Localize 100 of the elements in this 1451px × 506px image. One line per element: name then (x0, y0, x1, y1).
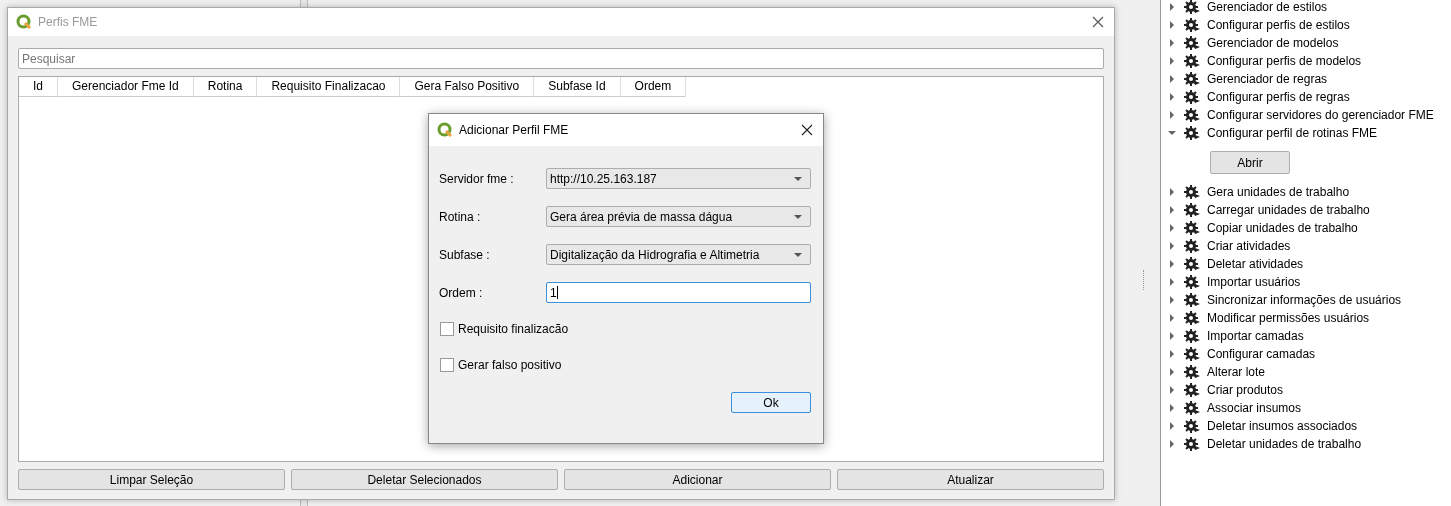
checkbox-label[interactable]: Requisito finalizacão (458, 322, 569, 336)
gear-icon (1184, 400, 1200, 416)
tree-item[interactable]: Configurar perfis de estilos (1207, 18, 1350, 32)
tree-item[interactable]: Alterar lote (1207, 365, 1266, 379)
gear-icon (1184, 107, 1200, 123)
gear-icon (1184, 274, 1200, 290)
checkbox-label[interactable]: Gerar falso positivo (458, 358, 562, 372)
expand-arrow-icon[interactable] (1168, 440, 1176, 448)
gear-icon (1184, 418, 1200, 434)
tree-item[interactable]: Copiar unidades de trabalho (1207, 221, 1358, 235)
caret-icon (794, 252, 802, 257)
expand-arrow-icon[interactable] (1168, 57, 1176, 65)
gear-icon (1184, 125, 1200, 141)
gear-icon (1184, 89, 1200, 105)
column-header[interactable]: Id (19, 77, 58, 97)
expand-arrow-icon[interactable] (1168, 39, 1176, 47)
expand-arrow-icon[interactable] (1168, 296, 1176, 304)
tree-item[interactable]: Associar insumos (1207, 401, 1302, 415)
column-header[interactable]: Gerenciador Fme Id (58, 77, 194, 97)
search-field[interactable]: Pesquisar (18, 48, 1104, 69)
tree-item[interactable]: Configurar perfil de rotinas FME (1207, 126, 1378, 140)
expand-arrow-icon[interactable] (1168, 3, 1176, 11)
tree-item[interactable]: Carregar unidades de trabalho (1207, 203, 1370, 217)
field-label: Rotina : (439, 209, 482, 224)
tree-item[interactable]: Sincronizar informações de usuários (1207, 293, 1402, 307)
gear-icon (1184, 184, 1200, 200)
expand-arrow-icon[interactable] (1168, 422, 1176, 430)
expand-arrow-icon[interactable] (1168, 75, 1176, 83)
gear-icon (1184, 328, 1200, 344)
dropdown[interactable]: http://10.25.163.187 (546, 168, 811, 189)
field-label: Ordem : (439, 285, 484, 300)
column-header[interactable]: Rotina (193, 77, 258, 97)
expand-arrow-icon[interactable] (1168, 188, 1176, 196)
action-button[interactable]: Atualizar (837, 469, 1104, 490)
expand-arrow-icon[interactable] (1168, 224, 1176, 232)
action-button[interactable]: Limpar Seleção (18, 469, 285, 490)
caret-icon (794, 214, 802, 219)
gear-icon (1184, 71, 1200, 87)
collapse-arrow-icon[interactable] (1168, 129, 1176, 137)
tree-item[interactable]: Configurar camadas (1207, 347, 1316, 361)
tree-item[interactable]: Gera unidades de trabalho (1207, 185, 1350, 199)
tree-item[interactable]: Deletar unidades de trabalho (1207, 437, 1362, 451)
expand-arrow-icon[interactable] (1168, 404, 1176, 412)
expand-arrow-icon[interactable] (1168, 278, 1176, 286)
gear-icon (1184, 202, 1200, 218)
tree-item[interactable]: Modificar permissões usuários (1207, 311, 1370, 325)
tree-item[interactable]: Gerenciador de regras (1207, 72, 1328, 86)
open-button[interactable]: Abrir (1210, 151, 1290, 174)
ok-button[interactable]: Ok (731, 392, 811, 413)
window-title: Perfis FME (38, 15, 99, 29)
checkbox[interactable] (440, 322, 454, 336)
gear-icon (1184, 35, 1200, 51)
tree-item[interactable]: Gerenciador de estilos (1207, 0, 1328, 14)
expand-arrow-icon[interactable] (1168, 350, 1176, 358)
column-header[interactable]: Gera Falso Positivo (400, 77, 535, 97)
tree-item[interactable]: Criar produtos (1207, 383, 1284, 397)
tree-item[interactable]: Importar usuários (1207, 275, 1301, 289)
gear-icon (1184, 53, 1200, 69)
expand-arrow-icon[interactable] (1168, 93, 1176, 101)
gear-icon (1184, 436, 1200, 452)
expand-arrow-icon[interactable] (1168, 386, 1176, 394)
expand-arrow-icon[interactable] (1168, 368, 1176, 376)
tree-item[interactable]: Deletar insumos associados (1207, 419, 1358, 433)
dropdown[interactable]: Digitalização da Hidrografia e Altimetria (546, 244, 811, 265)
gear-icon (1184, 256, 1200, 272)
gear-icon (1184, 346, 1200, 362)
tree-item[interactable]: Configurar perfis de regras (1207, 90, 1350, 104)
gear-icon (1184, 364, 1200, 380)
app-logo-icon (16, 14, 32, 30)
tree-item[interactable]: Gerenciador de modelos (1207, 36, 1339, 50)
tree-item[interactable]: Configurar servidores do gerenciador FME (1207, 108, 1434, 122)
checkbox[interactable] (440, 358, 454, 372)
gear-icon (1184, 238, 1200, 254)
column-header[interactable]: Ordem (620, 77, 687, 97)
column-header[interactable]: Subfase Id (534, 77, 621, 97)
input-field[interactable]: 1 (546, 282, 811, 303)
field-label: Subfase : (439, 247, 491, 262)
field-label: Servidor fme : (439, 171, 515, 186)
action-button[interactable]: Adicionar (564, 469, 831, 490)
expand-arrow-icon[interactable] (1168, 111, 1176, 119)
expand-arrow-icon[interactable] (1168, 206, 1176, 214)
close-icon[interactable] (1092, 16, 1104, 28)
dropdown[interactable]: Gera área prévia de massa dágua (546, 206, 811, 227)
tree-item[interactable]: Criar atividades (1207, 239, 1291, 253)
column-header[interactable]: Requisito Finalizacao (257, 77, 401, 97)
expand-arrow-icon[interactable] (1168, 332, 1176, 340)
expand-arrow-icon[interactable] (1168, 242, 1176, 250)
close-icon[interactable] (801, 124, 813, 136)
expand-arrow-icon[interactable] (1168, 260, 1176, 268)
dialog-title: Adicionar Perfil FME (459, 123, 570, 137)
tree-item[interactable]: Importar camadas (1207, 329, 1304, 343)
expand-arrow-icon[interactable] (1168, 314, 1176, 322)
tree-item[interactable]: Deletar atividades (1207, 257, 1304, 271)
tree-item[interactable]: Configurar perfis de modelos (1207, 54, 1362, 68)
action-button[interactable]: Deletar Selecionados (291, 469, 558, 490)
caret-icon (794, 176, 802, 181)
app-logo-icon (437, 122, 453, 138)
expand-arrow-icon[interactable] (1168, 21, 1176, 29)
gear-icon (1184, 220, 1200, 236)
gear-icon (1184, 382, 1200, 398)
